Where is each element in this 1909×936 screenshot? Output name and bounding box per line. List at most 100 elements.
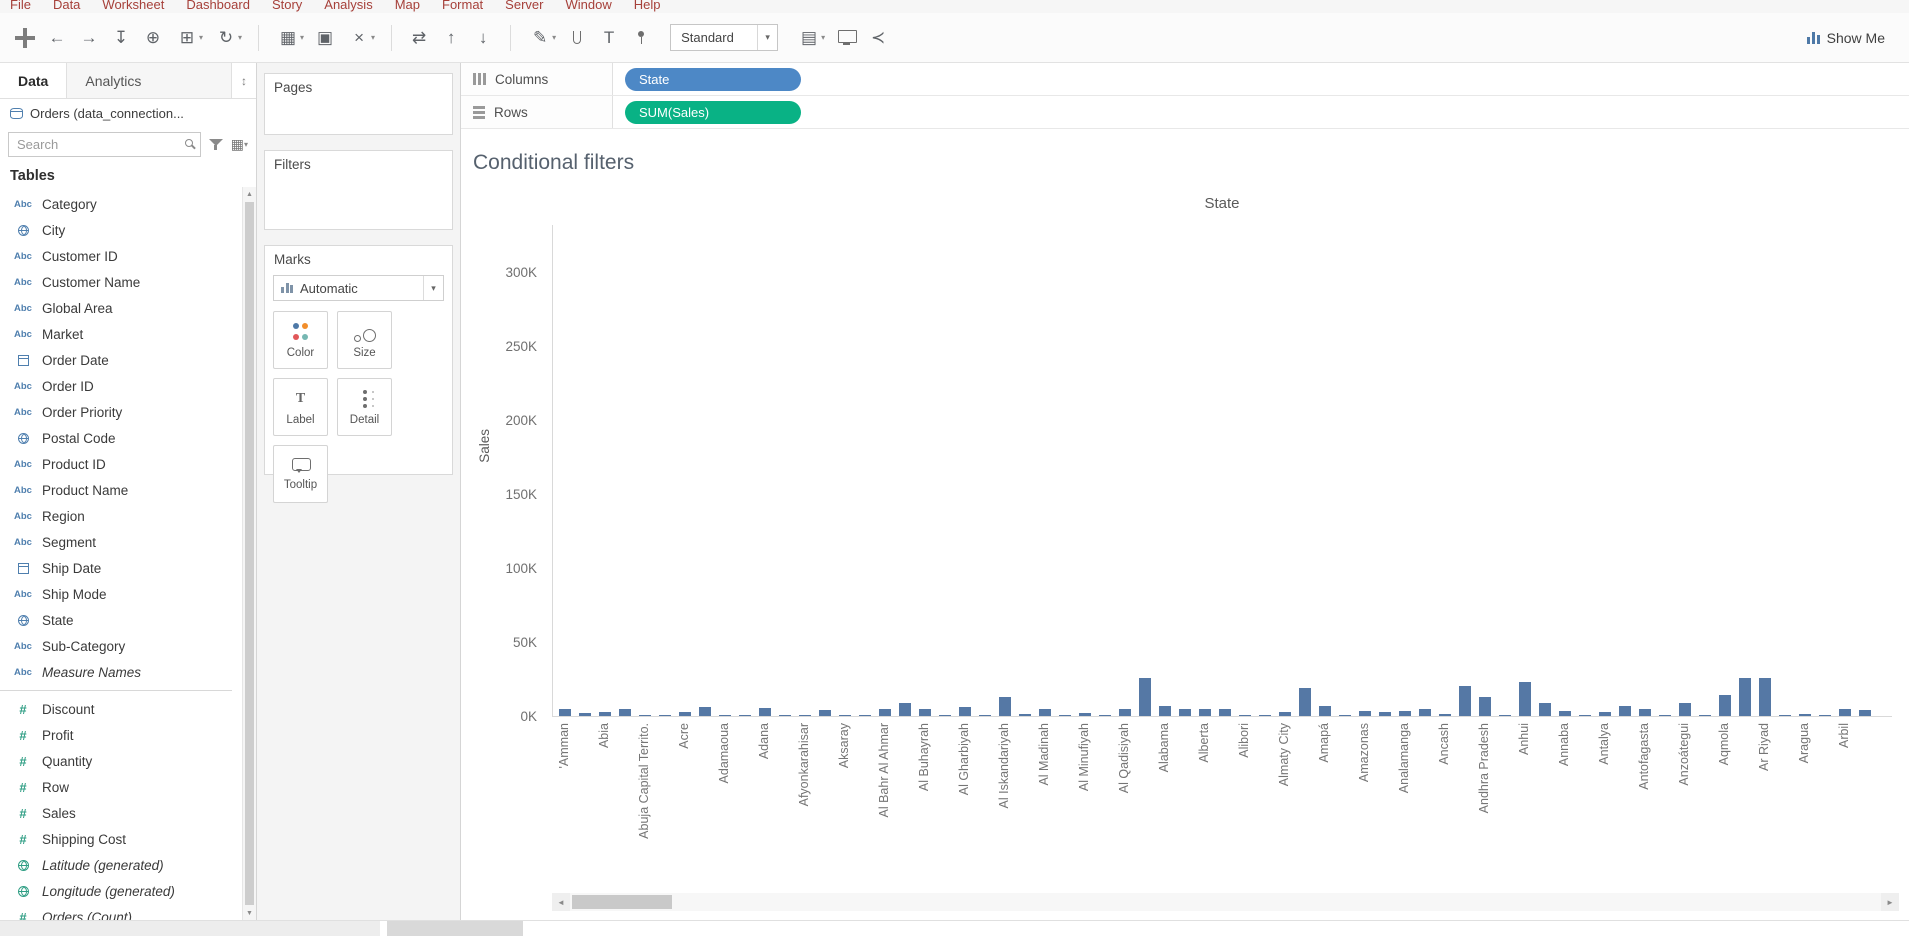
scroll-left-icon[interactable]: ◄ <box>552 893 570 911</box>
bar-unlabeled[interactable] <box>819 710 831 716</box>
bar-aragua[interactable] <box>1799 713 1811 716</box>
bar-alberta[interactable] <box>1199 708 1211 716</box>
field-row[interactable]: # Row <box>0 774 240 800</box>
bar-al-bahr-al-ahmar[interactable] <box>879 708 891 716</box>
data-source-item[interactable]: Orders (data_connection... <box>0 99 256 127</box>
bar-anhui[interactable] <box>1519 681 1531 716</box>
field-order-date[interactable]: Order Date <box>0 347 240 373</box>
share-icon[interactable]: ≺ <box>865 24 891 52</box>
filter-funnel-icon[interactable] <box>208 138 223 151</box>
bar-unlabeled[interactable] <box>1819 714 1831 716</box>
bar-al-minufiyah[interactable] <box>1079 713 1091 716</box>
pane-control-icon[interactable]: ↕ <box>232 63 256 98</box>
chevron-down-icon[interactable]: ▾ <box>199 33 203 42</box>
bar-annaba[interactable] <box>1559 710 1571 716</box>
menu-item-map[interactable]: Map <box>395 0 420 13</box>
bar-unlabeled[interactable] <box>1579 714 1591 716</box>
field-segment[interactable]: Abc Segment <box>0 529 240 555</box>
sort-descending-icon[interactable]: ↓ <box>470 24 496 52</box>
bar-unlabeled[interactable] <box>1059 714 1071 716</box>
bar-unlabeled[interactable] <box>1179 709 1191 716</box>
field-region[interactable]: Abc Region <box>0 503 240 529</box>
bar-ar-riyad[interactable] <box>1759 677 1771 716</box>
bar-antofagasta[interactable] <box>1639 709 1651 716</box>
save-icon[interactable]: ↧ <box>108 24 134 52</box>
chevron-down-icon[interactable]: ▾ <box>238 33 242 42</box>
bar-unlabeled[interactable] <box>1259 715 1271 716</box>
field-global-area[interactable]: Abc Global Area <box>0 295 240 321</box>
field-shipping-cost[interactable]: # Shipping Cost <box>0 826 240 852</box>
scroll-right-icon[interactable]: ► <box>1881 893 1899 911</box>
mark-type-dropdown[interactable]: Automatic ▾ <box>273 275 444 301</box>
bar-antalya[interactable] <box>1599 712 1611 716</box>
field-city[interactable]: City <box>0 217 240 243</box>
fit-icon[interactable]: ▤ <box>796 24 822 52</box>
bar-al-gharbiyah[interactable] <box>959 707 971 716</box>
tab-data[interactable]: Data <box>0 63 67 98</box>
undo-icon[interactable]: ← <box>44 24 70 52</box>
menu-item-data[interactable]: Data <box>53 0 80 13</box>
sort-ascending-icon[interactable]: ↑ <box>438 24 464 52</box>
bar-acre[interactable] <box>679 711 691 716</box>
bar-unlabeled[interactable] <box>1019 713 1031 716</box>
menu-item-worksheet[interactable]: Worksheet <box>102 0 164 13</box>
view-options-button[interactable]: ▦ ▾ <box>231 136 248 153</box>
bar-unlabeled[interactable] <box>779 715 791 716</box>
clear-sheet-icon[interactable]: × <box>346 24 372 52</box>
sheet-tab[interactable] <box>387 921 523 936</box>
bar-unlabeled[interactable] <box>1379 712 1391 716</box>
pages-card[interactable]: Pages <box>264 73 453 135</box>
field-profit[interactable]: # Profit <box>0 722 240 748</box>
field-market[interactable]: Abc Market <box>0 321 240 347</box>
menu-item-analysis[interactable]: Analysis <box>324 0 372 13</box>
field-postal-code[interactable]: Postal Code <box>0 425 240 451</box>
field-longitude-generated[interactable]: Longitude (generated) <box>0 878 240 904</box>
new-worksheet-icon[interactable]: ⊞ <box>174 24 200 52</box>
bar-almaty-city[interactable] <box>1279 712 1291 716</box>
field-order-id[interactable]: Abc Order ID <box>0 373 240 399</box>
fields-scrollbar[interactable]: ▲ ▼ <box>242 187 256 920</box>
field-customer-name[interactable]: Abc Customer Name <box>0 269 240 295</box>
bar-aqmola[interactable] <box>1719 695 1731 716</box>
bar-andhra-pradesh[interactable] <box>1479 696 1491 716</box>
bar-amap[interactable] <box>1319 705 1331 716</box>
bar-unlabeled[interactable] <box>899 702 911 716</box>
chevron-down-icon[interactable]: ▾ <box>821 33 825 42</box>
bar-unlabeled[interactable] <box>1219 709 1231 716</box>
menu-item-format[interactable]: Format <box>442 0 483 13</box>
marks-tooltip-button[interactable]: Tooltip <box>273 445 328 503</box>
standard-view-select[interactable]: Standard ▾ <box>670 24 779 51</box>
filters-card[interactable]: Filters <box>264 150 453 230</box>
bar-al-qadisiyah[interactable] <box>1119 708 1131 716</box>
duplicate-icon[interactable]: ▣ <box>312 24 338 52</box>
bar-unlabeled[interactable] <box>1459 686 1471 716</box>
marks-detail-button[interactable]: Detail <box>337 378 392 436</box>
bar-unlabeled[interactable] <box>1659 714 1671 716</box>
field-quantity[interactable]: # Quantity <box>0 748 240 774</box>
scroll-up-icon[interactable]: ▲ <box>243 187 256 201</box>
field-product-name[interactable]: Abc Product Name <box>0 477 240 503</box>
bar-unlabeled[interactable] <box>1699 714 1711 716</box>
menu-item-story[interactable]: Story <box>272 0 302 13</box>
bar-alibori[interactable] <box>1239 714 1251 716</box>
bar-unlabeled[interactable] <box>659 715 671 716</box>
bar-al-iskandariyah[interactable] <box>999 696 1011 716</box>
tab-analytics[interactable]: Analytics <box>66 63 232 98</box>
bar-unlabeled[interactable] <box>619 708 631 716</box>
bar-analamanga[interactable] <box>1399 710 1411 716</box>
swap-axes-icon[interactable]: ⇄ <box>406 24 432 52</box>
bar-unlabeled[interactable] <box>1499 714 1511 716</box>
bar-unlabeled[interactable] <box>1619 705 1631 716</box>
new-sheet-icon[interactable]: ▦ <box>275 24 301 52</box>
field-measure-names[interactable]: Abc Measure Names <box>0 659 240 685</box>
bar-unlabeled[interactable] <box>1139 677 1151 716</box>
bar-al-madinah[interactable] <box>1039 709 1051 716</box>
bar-unlabeled[interactable] <box>939 715 951 716</box>
field-latitude-generated[interactable]: Latitude (generated) <box>0 852 240 878</box>
tableau-logo-icon[interactable] <box>13 26 37 50</box>
field-orders-count[interactable]: # Orders (Count) <box>0 904 240 921</box>
rows-shelf[interactable]: SUM(Sales) <box>613 96 1909 128</box>
field-ship-mode[interactable]: Abc Ship Mode <box>0 581 240 607</box>
menu-item-file[interactable]: File <box>10 0 31 13</box>
field-ship-date[interactable]: Ship Date <box>0 555 240 581</box>
